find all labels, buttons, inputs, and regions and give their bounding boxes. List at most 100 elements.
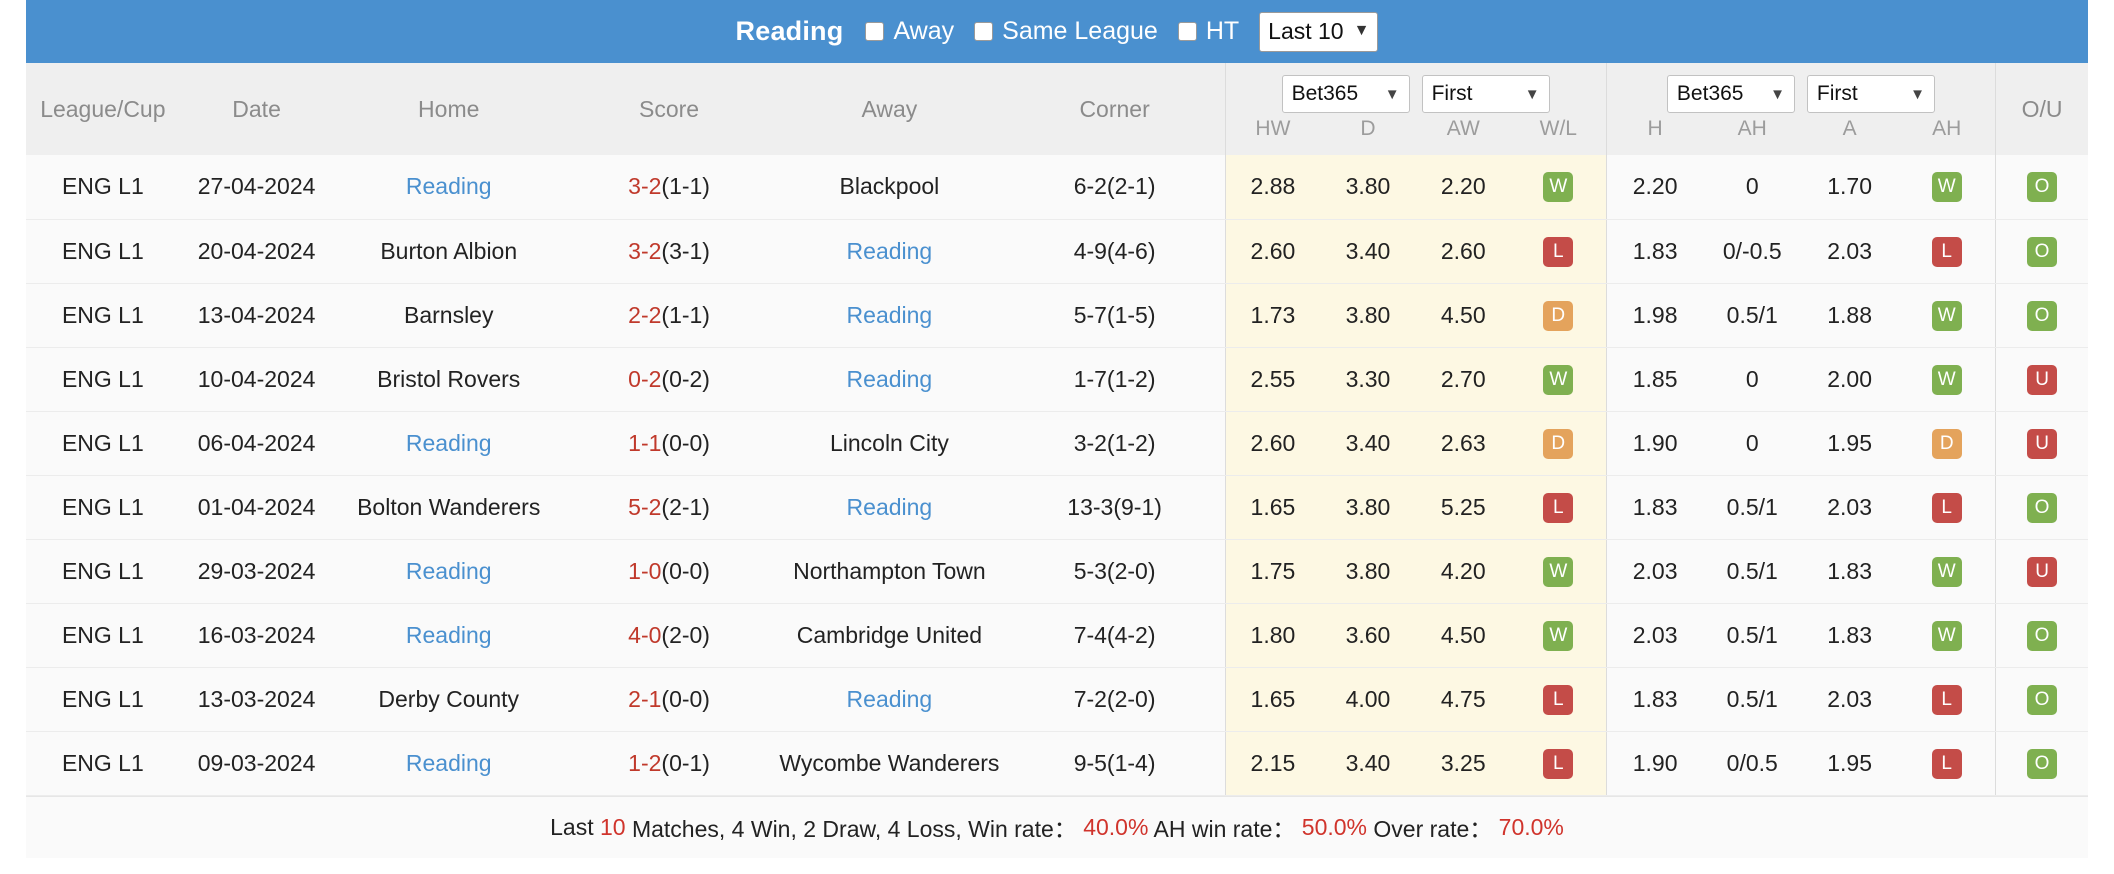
cell-home[interactable]: Reading [333,155,565,220]
cell-date: 01-04-2024 [179,475,334,540]
cell-corner: 7-2(2-0) [1004,667,1226,732]
col-header-home: Home [333,63,565,155]
status-badge-ah: W [1931,620,1962,651]
chevron-down-icon: ▼ [1524,85,1540,103]
table-row[interactable]: ENG L1 27-04-2024 Reading 3-2(1-1) Blackpool… [26,155,2088,220]
panel-header-bar: Reading Away Same League HT Last 10 ▼ [26,0,2088,63]
checkbox-same-league[interactable] [974,22,994,41]
team-link-away[interactable]: Reading [847,494,933,520]
cell-date: 10-04-2024 [179,347,334,412]
footer-matches-count: 10 [599,813,626,840]
cell-away[interactable]: Reading [774,283,1005,348]
status-badge-ou: U [2027,364,2058,395]
table-row[interactable]: ENG L1 13-03-2024 Derby County 2-1(0-0) Read… [26,667,2088,732]
cell-odds-hw: 1.80 [1224,603,1321,668]
phase-select-2[interactable]: First ▼ [1806,75,1935,113]
match-range-select[interactable]: Last 10 ▼ [1259,11,1379,52]
cell-home[interactable]: Reading [333,539,565,604]
score-halftime: (0-0) [661,557,710,584]
team-link-home[interactable]: Reading [406,622,492,648]
checkbox-away[interactable] [865,22,885,41]
cell-home[interactable]: Reading [333,603,565,668]
col-header-away: Away [774,63,1005,155]
cell-odds-hw: 2.55 [1224,347,1321,412]
table-row[interactable]: ENG L1 09-03-2024 Reading 1-2(0-1) Wycombe W… [26,731,2088,796]
cell-away[interactable]: Reading [774,219,1005,284]
team-name-home: Burton Albion [380,237,518,264]
cell-home: Barnsley [333,283,565,348]
table-row[interactable]: ENG L1 10-04-2024 Bristol Rovers 0-2(0-2) Re… [26,347,2088,412]
status-badge-ou: O [2027,300,2058,331]
cell-result-ou: O [1995,475,2088,540]
team-link-away[interactable]: Reading [847,302,933,328]
cell-result-wl: L [1510,475,1607,540]
cell-result-wl: D [1510,411,1607,476]
status-badge-wl: D [1543,300,1574,331]
team-link-away[interactable]: Reading [847,366,933,392]
cell-away[interactable]: Reading [774,475,1005,540]
filter-same-league[interactable]: Same League [974,17,1158,46]
chevron-down-icon: ▼ [1910,85,1925,103]
cell-odds-d: 3.80 [1320,283,1416,348]
filter-ht[interactable]: HT [1177,17,1239,46]
cell-result-wl: L [1510,667,1607,732]
match-history-table: League/Cup Date Home Score Away Corner B… [26,63,2088,796]
team-link-home[interactable]: Reading [406,430,492,456]
cell-odds-a: 1.88 [1800,283,1899,348]
col-header-h: H [1605,117,1704,155]
status-badge-ou: O [2027,748,2058,779]
cell-home[interactable]: Reading [333,731,565,796]
match-history-panel: Reading Away Same League HT Last 10 ▼ Le… [0,0,2114,874]
cell-score: 1-0(0-0) [564,539,775,604]
cell-home[interactable]: Reading [333,411,565,476]
cell-result-ah: W [1898,283,1996,348]
phase-select-1[interactable]: First ▼ [1421,75,1550,113]
cell-odds-d: 3.40 [1320,219,1416,284]
team-link-home[interactable]: Reading [406,173,492,199]
cell-odds-d: 3.80 [1320,539,1416,604]
cell-odds-h: 1.83 [1605,219,1704,284]
status-badge-ou: O [2027,620,2058,651]
cell-odds-d: 3.30 [1320,347,1416,412]
cell-league: ENG L1 [26,219,180,284]
team-link-away[interactable]: Reading [847,686,933,712]
bookmaker-select-2[interactable]: Bet365 ▼ [1666,75,1795,113]
cell-result-ah: L [1898,219,1996,284]
status-badge-ou: U [2027,428,2058,459]
cell-odds-d: 3.40 [1320,731,1416,796]
table-row[interactable]: ENG L1 16-03-2024 Reading 4-0(2-0) Cambridge… [26,603,2088,668]
team-link-away[interactable]: Reading [847,238,933,264]
odds-group-2-selects: Bet365 ▼ First ▼ [1605,63,1996,117]
cell-date: 13-03-2024 [179,667,334,732]
table-row[interactable]: ENG L1 20-04-2024 Burton Albion 3-2(3-1) Rea… [26,219,2088,284]
cell-odds-a: 2.03 [1800,667,1899,732]
status-badge-wl: L [1543,748,1574,779]
table-row[interactable]: ENG L1 13-04-2024 Barnsley 2-2(1-1) Reading 5… [26,283,2088,348]
checkbox-ht[interactable] [1177,22,1197,41]
cell-corner: 3-2(1-2) [1004,411,1226,476]
score-fulltime: 2-1 [628,685,662,712]
cell-odds-aw: 2.60 [1415,219,1511,284]
status-badge-ah: L [1931,748,1962,779]
cell-odds-hw: 2.15 [1224,731,1321,796]
table-row[interactable]: ENG L1 06-04-2024 Reading 1-1(0-0) Lincoln C… [26,411,2088,476]
table-row[interactable]: ENG L1 29-03-2024 Reading 1-0(0-0) Northampt… [26,539,2088,604]
table-row[interactable]: ENG L1 01-04-2024 Bolton Wanderers 5-2(2-1)… [26,475,2088,540]
cell-odds-ah1: 0.5/1 [1703,603,1801,668]
status-badge-ah: L [1931,492,1962,523]
cell-result-ah: W [1898,539,1996,604]
score-fulltime: 0-2 [628,365,662,392]
bookmaker-select-1[interactable]: Bet365 ▼ [1281,75,1410,113]
cell-away[interactable]: Reading [774,667,1005,732]
filter-away[interactable]: Away [865,17,954,46]
cell-odds-aw: 4.20 [1415,539,1511,604]
footer-ah-win-rate: 50.0% [1301,813,1368,840]
status-badge-ah: L [1931,684,1962,715]
team-link-home[interactable]: Reading [406,558,492,584]
footer-text-4: Over rate： [1367,816,1499,842]
team-link-home[interactable]: Reading [406,750,492,776]
cell-result-ah: L [1898,475,1996,540]
cell-away[interactable]: Reading [774,347,1005,412]
cell-odds-ah1: 0 [1703,155,1801,220]
status-badge-ou: U [2027,556,2058,587]
